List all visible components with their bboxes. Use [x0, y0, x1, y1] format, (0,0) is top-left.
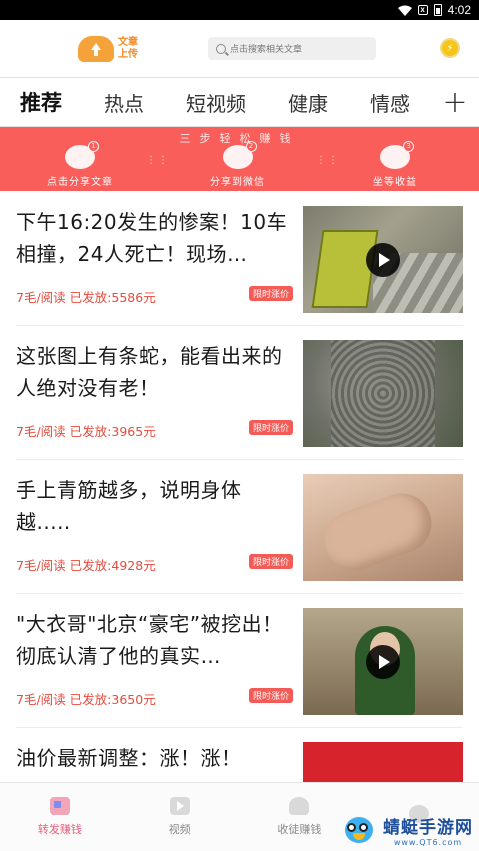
article-title: 油价最新调整：涨！涨！: [16, 746, 242, 770]
watermark-site: www.QT6.com: [393, 838, 463, 847]
article-thumbnail[interactable]: [303, 340, 463, 447]
tab-recommend[interactable]: 推荐: [20, 87, 62, 117]
article-thumbnail[interactable]: [303, 608, 463, 715]
share-article-icon: 1: [65, 141, 99, 169]
nav-label: 视频: [168, 823, 191, 836]
dragonfly-mascot-icon: [339, 813, 379, 847]
article-meta: 7毛/阅读 已发放:4928元: [16, 555, 156, 574]
step-number: 2: [245, 141, 257, 152]
coins-icon: 3: [380, 141, 414, 169]
user-icon: [289, 797, 310, 815]
article-title: 下午16:20发生的惨案！10车相撞，24人死亡！现场…: [16, 210, 288, 266]
video-icon: [169, 797, 190, 815]
article-price: 7毛/阅读: [16, 424, 66, 439]
step-number: 3: [403, 141, 414, 152]
list-item[interactable]: 手上青筋越多，说明身体越..... 7毛/阅读 已发放:4928元 限时涨价: [16, 460, 463, 594]
tab-emotion[interactable]: 情感: [370, 88, 410, 117]
play-icon[interactable]: [366, 645, 400, 679]
article-payout: 已发放:4928元: [69, 558, 156, 573]
step-separator: ⋮⋮: [146, 155, 170, 166]
article-payout: 已发放:5586元: [69, 290, 156, 305]
watermark-text: 蜻蜓手游网 www.QT6.com: [383, 813, 473, 847]
watermark-title: 蜻蜓手游网: [383, 818, 473, 838]
search-icon: [216, 43, 226, 54]
step-2: 2 分享到微信: [188, 141, 288, 188]
list-item[interactable]: 油价最新调整：涨！涨！: [16, 728, 463, 782]
add-tab-button[interactable]: +: [431, 78, 479, 126]
article-icon: [49, 797, 70, 815]
article-title: "大衣哥"北京“豪宅”被挖出！彻底认清了他的真实…: [16, 612, 283, 668]
app-header: 文章上传 点击搜索相关文章 ⚡: [0, 20, 479, 77]
list-item[interactable]: "大衣哥"北京“豪宅”被挖出！彻底认清了他的真实… 7毛/阅读 已发放:3650…: [16, 594, 463, 728]
wechat-icon: 2: [222, 141, 257, 169]
banner-steps: 1 点击分享文章 2 分享到微信 3 坐等收益: [0, 141, 479, 188]
article-meta: 7毛/阅读 已发放:3650元: [16, 689, 156, 708]
tab-hot[interactable]: 热点: [104, 88, 144, 117]
logo-text: 文章上传: [118, 36, 138, 60]
step-3: 3 坐等收益: [345, 141, 445, 188]
tab-short-video[interactable]: 短视频: [186, 88, 246, 117]
article-price: 7毛/阅读: [16, 290, 66, 305]
nav-share-earn[interactable]: 转发赚钱: [0, 783, 120, 851]
article-title: 手上青筋越多，说明身体越.....: [16, 478, 242, 534]
article-meta: 7毛/阅读 已发放:5586元: [16, 287, 156, 306]
article-price: 7毛/阅读: [16, 692, 66, 707]
upload-cloud-icon: [78, 35, 114, 62]
step-separator: ⋮⋮: [316, 155, 340, 166]
price-up-badge: 限时涨价: [249, 286, 294, 301]
list-item[interactable]: 下午16:20发生的惨案！10车相撞，24人死亡！现场… 7毛/阅读 已发放:5…: [16, 192, 463, 326]
article-feed: 下午16:20发生的惨案！10车相撞，24人死亡！现场… 7毛/阅读 已发放:5…: [0, 192, 479, 782]
nav-label: 收徒赚钱: [277, 823, 322, 836]
battery-icon: [433, 4, 442, 16]
sim-icon: x: [417, 5, 428, 15]
nav-video[interactable]: 视频: [120, 783, 240, 851]
article-thumbnail[interactable]: [303, 742, 463, 782]
nav-label: 转发赚钱: [37, 823, 82, 836]
price-up-badge: 限时涨价: [249, 688, 294, 703]
watermark: 蜻蜓手游网 www.QT6.com: [339, 813, 473, 847]
list-item[interactable]: 这张图上有条蛇，能看出来的人绝对没有老！ 7毛/阅读 已发放:3965元 限时涨…: [16, 326, 463, 460]
step-number: 1: [88, 141, 99, 152]
article-thumbnail[interactable]: [303, 206, 463, 313]
play-icon[interactable]: [366, 243, 400, 277]
search-bar[interactable]: 点击搜索相关文章: [208, 37, 376, 60]
step-label: 分享到微信: [210, 177, 265, 188]
thumbnail-hand: [316, 484, 440, 580]
article-thumbnail[interactable]: [303, 474, 463, 581]
wifi-icon: [397, 5, 412, 16]
price-up-badge: 限时涨价: [249, 420, 294, 435]
step-label: 点击分享文章: [47, 177, 113, 188]
thumbnail-tree-bark: [331, 340, 435, 447]
price-up-badge: 限时涨价: [249, 554, 294, 569]
article-payout: 已发放:3650元: [69, 692, 156, 707]
step-1: 1 点击分享文章: [30, 141, 130, 188]
status-bar: x 4:02: [0, 0, 479, 20]
step-label: 坐等收益: [373, 177, 417, 188]
article-meta: 7毛/阅读 已发放:3965元: [16, 421, 156, 440]
article-title: 这张图上有条蛇，能看出来的人绝对没有老！: [16, 344, 283, 400]
article-payout: 已发放:3965元: [69, 424, 156, 439]
category-tabs: 推荐 热点 短视频 健康 情感 +: [0, 77, 479, 127]
article-price: 7毛/阅读: [16, 558, 66, 573]
tab-health[interactable]: 健康: [288, 88, 328, 117]
status-time: 4:02: [447, 3, 471, 17]
upload-logo[interactable]: 文章上传: [78, 35, 200, 62]
search-placeholder: 点击搜索相关文章: [230, 45, 303, 55]
earn-steps-banner[interactable]: 三步轻松赚钱 1 点击分享文章 2 分享到微信 3 坐等收益 ⋮⋮ ⋮⋮: [0, 127, 479, 191]
coin-icon[interactable]: ⚡: [440, 38, 460, 58]
